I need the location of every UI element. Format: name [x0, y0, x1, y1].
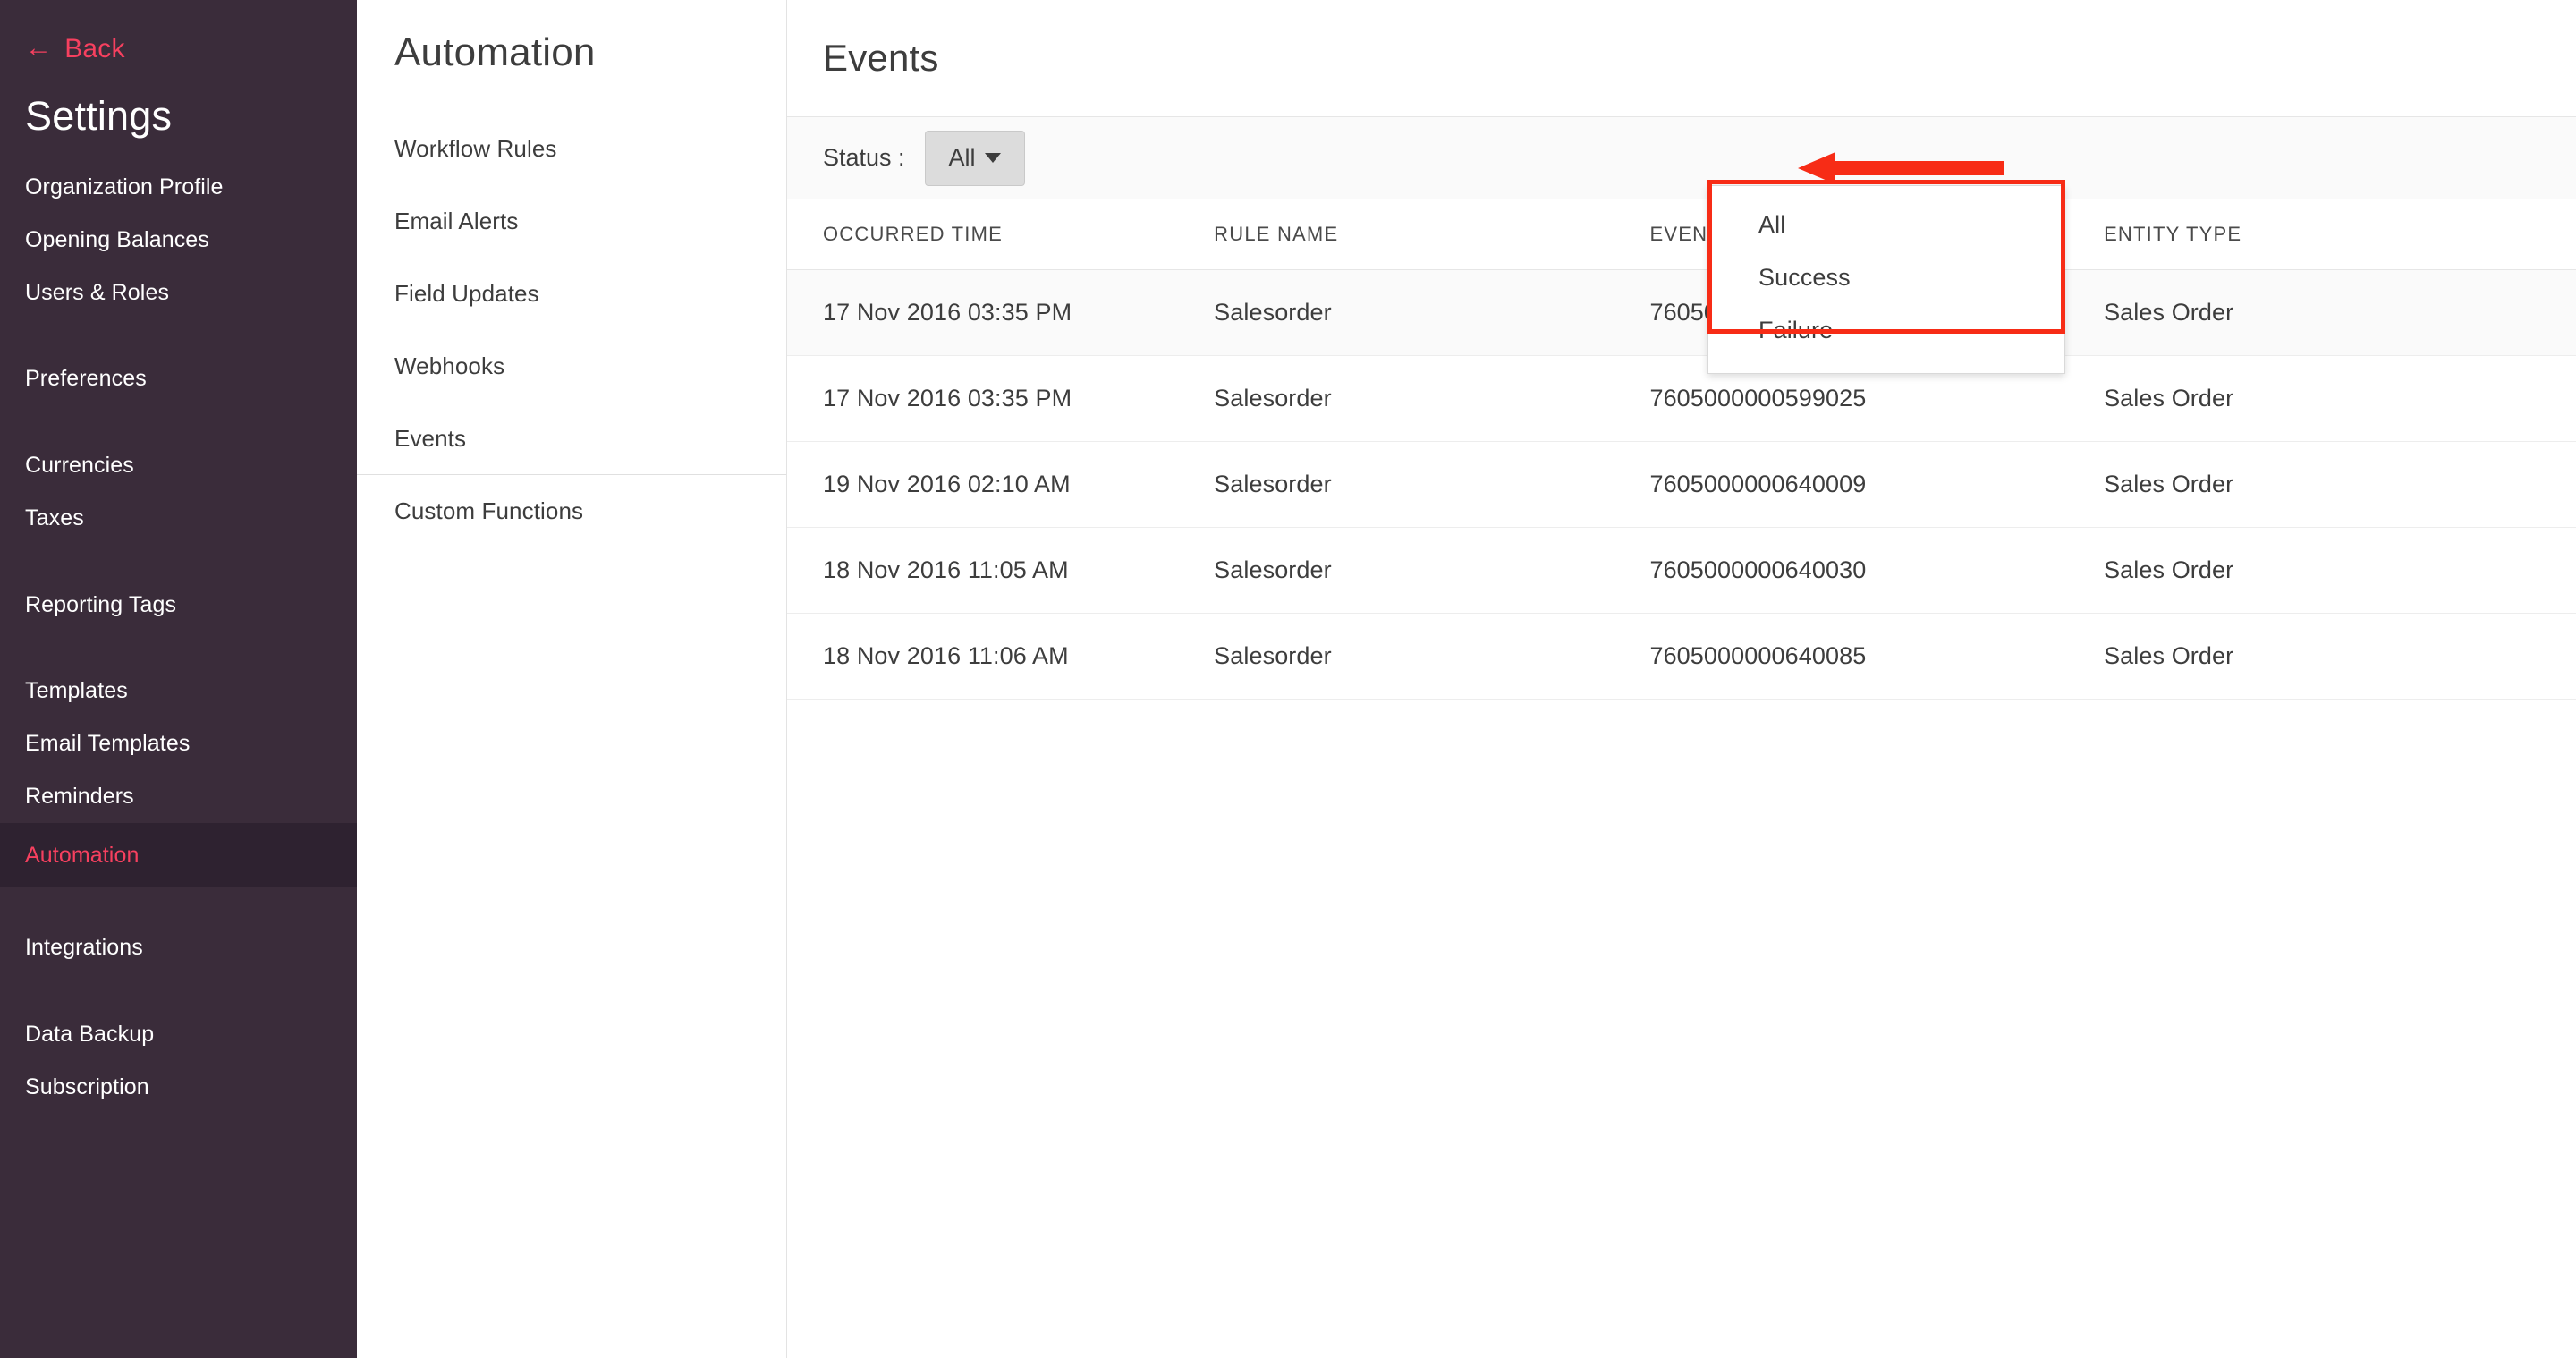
cell-rule-name[interactable]: Salesorder	[1214, 356, 1649, 442]
settings-sidebar: ← Back Settings Organization Profile Ope…	[0, 0, 357, 1358]
sidebar-item-opening-balances[interactable]: Opening Balances	[0, 214, 357, 267]
automation-item-workflow-rules[interactable]: Workflow Rules	[357, 113, 786, 185]
table-row[interactable]: 18 Nov 2016 11:06 AM Salesorder 76050000…	[787, 614, 2576, 700]
chevron-down-icon	[985, 153, 1001, 163]
cell-event-id: 7605000000640030	[1649, 528, 2104, 614]
sidebar-item-preferences[interactable]: Preferences	[0, 352, 357, 405]
automation-item-field-updates[interactable]: Field Updates	[357, 258, 786, 330]
sidebar-item-taxes[interactable]: Taxes	[0, 492, 357, 545]
sidebar-item-users-roles[interactable]: Users & Roles	[0, 267, 357, 319]
cell-entity-type: Sales Order	[2104, 356, 2576, 442]
cell-entity-type: Sales Order	[2104, 614, 2576, 700]
cell-event-id: 7605000000640009	[1649, 442, 2104, 528]
status-option-success[interactable]: Success	[1708, 251, 2064, 304]
sidebar-item-organization-profile[interactable]: Organization Profile	[0, 161, 357, 214]
cell-occurred-time: 19 Nov 2016 02:10 AM	[787, 442, 1214, 528]
status-filter-label: Status :	[823, 144, 905, 172]
sidebar-divider-6	[0, 974, 357, 1008]
automation-item-custom-functions[interactable]: Custom Functions	[357, 475, 786, 547]
status-option-all[interactable]: All	[1708, 199, 2064, 251]
status-dropdown-menu[interactable]: All Success Failure	[1707, 185, 2065, 374]
sidebar-item-integrations[interactable]: Integrations	[0, 921, 357, 974]
events-main: Events Status : All OCCURRED TIME RULE N…	[787, 0, 2576, 1358]
sidebar-item-templates[interactable]: Templates	[0, 665, 357, 717]
automation-item-email-alerts[interactable]: Email Alerts	[357, 185, 786, 258]
sidebar-divider-4	[0, 631, 357, 665]
cell-entity-type: Sales Order	[2104, 528, 2576, 614]
automation-item-events[interactable]: Events	[357, 403, 786, 475]
events-header: Events	[787, 0, 2576, 117]
back-link[interactable]: ← Back	[0, 27, 357, 72]
cell-event-id: 7605000000640085	[1649, 614, 2104, 700]
status-filter-dropdown[interactable]: All	[925, 131, 1025, 186]
arrow-left-icon: ←	[25, 35, 52, 62]
automation-item-webhooks[interactable]: Webhooks	[357, 330, 786, 403]
automation-panel: Automation Workflow Rules Email Alerts F…	[357, 0, 787, 1358]
cell-rule-name[interactable]: Salesorder	[1214, 614, 1649, 700]
sidebar-divider-1	[0, 318, 357, 352]
table-row[interactable]: 17 Nov 2016 03:35 PM Salesorder 76050000…	[787, 270, 2576, 356]
cell-entity-type: Sales Order	[2104, 270, 2576, 356]
sidebar-item-reporting-tags[interactable]: Reporting Tags	[0, 579, 357, 632]
cell-occurred-time: 18 Nov 2016 11:05 AM	[787, 528, 1214, 614]
cell-occurred-time: 18 Nov 2016 11:06 AM	[787, 614, 1214, 700]
status-filter-bar: Status : All	[787, 117, 2576, 199]
status-option-failure[interactable]: Failure	[1708, 304, 2064, 357]
cell-occurred-time: 17 Nov 2016 03:35 PM	[787, 270, 1214, 356]
sidebar-group-templates: Templates Email Templates Reminders Auto…	[0, 665, 357, 887]
table-row[interactable]: 17 Nov 2016 03:35 PM Salesorder 76050000…	[787, 356, 2576, 442]
sidebar-item-email-templates[interactable]: Email Templates	[0, 717, 357, 770]
events-table-head: OCCURRED TIME RULE NAME EVENT ID ENTITY …	[787, 199, 2576, 270]
sidebar-item-reminders[interactable]: Reminders	[0, 770, 357, 823]
sidebar-divider-3	[0, 545, 357, 579]
column-header-rule-name[interactable]: RULE NAME	[1214, 199, 1649, 270]
events-table-header-row: OCCURRED TIME RULE NAME EVENT ID ENTITY …	[787, 199, 2576, 270]
sidebar-divider-2	[0, 405, 357, 439]
table-row[interactable]: 19 Nov 2016 02:10 AM Salesorder 76050000…	[787, 442, 2576, 528]
table-row[interactable]: 18 Nov 2016 11:05 AM Salesorder 76050000…	[787, 528, 2576, 614]
cell-entity-type: Sales Order	[2104, 442, 2576, 528]
sidebar-item-currencies[interactable]: Currencies	[0, 439, 357, 492]
cell-rule-name[interactable]: Salesorder	[1214, 442, 1649, 528]
automation-panel-title: Automation	[357, 20, 786, 81]
automation-menu: Workflow Rules Email Alerts Field Update…	[357, 113, 786, 547]
cell-occurred-time: 17 Nov 2016 03:35 PM	[787, 356, 1214, 442]
sidebar-group-finance: Currencies Taxes	[0, 439, 357, 545]
sidebar-item-subscription[interactable]: Subscription	[0, 1061, 357, 1114]
sidebar-divider-5	[0, 887, 357, 921]
cell-rule-name[interactable]: Salesorder	[1214, 270, 1649, 356]
sidebar-group-preferences: Preferences	[0, 352, 357, 405]
settings-page: ← Back Settings Organization Profile Ope…	[0, 0, 2576, 1358]
events-table: OCCURRED TIME RULE NAME EVENT ID ENTITY …	[787, 199, 2576, 700]
cell-rule-name[interactable]: Salesorder	[1214, 528, 1649, 614]
sidebar-group-tags: Reporting Tags	[0, 579, 357, 632]
status-filter-value: All	[949, 144, 976, 172]
back-label: Back	[64, 34, 125, 64]
sidebar-group-account: Data Backup Subscription	[0, 1008, 357, 1114]
column-header-entity-type[interactable]: ENTITY TYPE	[2104, 199, 2576, 270]
sidebar-nav: Organization Profile Opening Balances Us…	[0, 149, 357, 1114]
column-header-occurred-time[interactable]: OCCURRED TIME	[787, 199, 1214, 270]
sidebar-group-organization: Organization Profile Opening Balances Us…	[0, 161, 357, 318]
sidebar-item-automation[interactable]: Automation	[0, 823, 357, 888]
sidebar-group-integrations: Integrations	[0, 921, 357, 974]
events-title: Events	[823, 37, 939, 80]
sidebar-item-data-backup[interactable]: Data Backup	[0, 1008, 357, 1061]
page-title: Settings	[0, 72, 357, 149]
events-table-body: 17 Nov 2016 03:35 PM Salesorder 76050000…	[787, 270, 2576, 700]
